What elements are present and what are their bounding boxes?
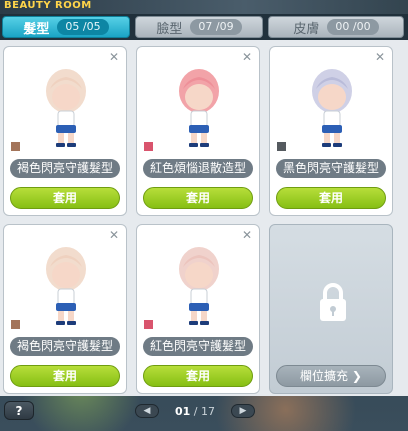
tab-skin-count: 00 /00: [327, 19, 379, 35]
hair-style-name: 黑色閃亮守護髮型: [276, 159, 386, 178]
apply-button[interactable]: 套用: [143, 187, 253, 209]
expand-slot-button[interactable]: 欄位擴充 ❯: [276, 365, 386, 387]
character-avatar: [46, 69, 86, 147]
character-avatar: [46, 247, 86, 325]
hair-style-name: 紅色閃亮守護髮型: [143, 337, 253, 356]
apply-button[interactable]: 套用: [10, 365, 120, 387]
tab-hair[interactable]: 髮型 05 /05: [2, 16, 130, 38]
apply-button[interactable]: 套用: [143, 365, 253, 387]
hair-slot-card: ✕ 褐色閃亮守護髮型 套用: [3, 224, 127, 394]
character-avatar: [179, 247, 219, 325]
tab-skin[interactable]: 皮膚 00 /00: [268, 16, 404, 38]
page-separator: /: [190, 404, 201, 418]
hair-slot-card: ✕ 褐色閃亮守護髮型 套用: [3, 46, 127, 216]
tab-face-label: 臉型: [156, 21, 183, 37]
delete-slot-icon[interactable]: ✕: [242, 229, 252, 241]
hair-slot-card: ✕ 紅色煩惱退散造型 套用: [136, 46, 260, 216]
page-total: 17: [201, 404, 215, 418]
hair-slot-card: ✕ 紅色閃亮守護髮型 套用: [136, 224, 260, 394]
chevron-left-icon: ◀: [143, 406, 151, 416]
tab-hair-label: 髮型: [23, 21, 50, 37]
lock-icon: [320, 283, 346, 321]
tab-hair-count: 05 /05: [57, 19, 109, 35]
category-tabs: 髮型 05 /05 臉型 07 /09 皮膚 00 /00: [0, 14, 408, 40]
hair-style-name: 紅色煩惱退散造型: [143, 159, 253, 178]
delete-slot-icon[interactable]: ✕: [109, 229, 119, 241]
footer-bar: ? ◀ 01 / 17 ▶: [0, 396, 408, 431]
delete-slot-icon[interactable]: ✕: [242, 51, 252, 63]
tab-face[interactable]: 臉型 07 /09: [135, 16, 263, 38]
page-indicator: 01 / 17: [175, 405, 215, 418]
next-page-button[interactable]: ▶: [230, 404, 255, 418]
expand-slot-label: 欄位擴充: [300, 369, 349, 383]
prev-page-button[interactable]: ◀: [135, 404, 159, 418]
character-avatar: [312, 69, 352, 147]
tab-face-count: 07 /09: [190, 19, 242, 35]
character-avatar: [179, 69, 219, 147]
hair-slot-card: ✕ 黑色閃亮守護髮型 套用: [269, 46, 393, 216]
apply-button[interactable]: 套用: [10, 187, 120, 209]
locked-slot-card: 欄位擴充 ❯: [269, 224, 393, 394]
pagination: ◀ 01 / 17 ▶: [135, 403, 255, 419]
hair-style-name: 褐色閃亮守護髮型: [10, 159, 120, 178]
chevron-right-icon: ▶: [239, 406, 247, 416]
page-current: 01: [174, 404, 191, 418]
tab-skin-label: 皮膚: [293, 21, 320, 37]
chevron-right-icon: ❯: [351, 369, 362, 383]
hair-color-swatch: [277, 142, 286, 151]
delete-slot-icon[interactable]: ✕: [109, 51, 119, 63]
help-button[interactable]: ?: [4, 401, 34, 420]
hair-color-swatch: [144, 142, 153, 151]
hair-color-swatch: [11, 320, 20, 329]
hair-color-swatch: [11, 142, 20, 151]
slot-panel: ✕ 褐色閃亮守護髮型 套用 ✕ 紅色煩惱退散造型 套用 ✕ 黑色閃亮守護髮型 套…: [0, 40, 408, 396]
delete-slot-icon[interactable]: ✕: [375, 51, 385, 63]
hair-style-name: 褐色閃亮守護髮型: [10, 337, 120, 356]
window-title: BEAUTY ROOM: [4, 0, 92, 11]
apply-button[interactable]: 套用: [276, 187, 386, 209]
hair-color-swatch: [144, 320, 153, 329]
window-title-bar: BEAUTY ROOM: [0, 0, 408, 14]
